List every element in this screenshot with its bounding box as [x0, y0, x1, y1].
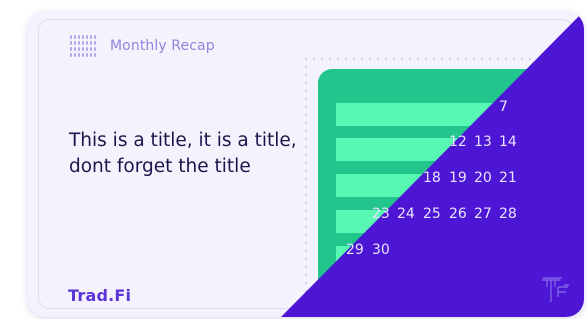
brand-name: Trad.F [68, 286, 126, 305]
calendar-day: 7 [499, 99, 508, 115]
calendar-day: 14 [499, 134, 517, 150]
card-header: Monthly Recap [70, 35, 215, 57]
card-title: This is a title, it is a title, dont for… [69, 130, 297, 177]
calendar-day: 25 [423, 206, 441, 222]
brand-logo: Trad.Fi [68, 286, 131, 305]
calendar-day: 19 [449, 170, 467, 186]
calendar-day: 13 [474, 134, 492, 150]
calendar-day: 29 [346, 242, 364, 258]
tf-logo-icon [542, 277, 569, 302]
monthly-recap-label: Monthly Recap [110, 38, 215, 54]
calendar-day: 21 [499, 170, 517, 186]
calendar-day: 30 [372, 242, 390, 258]
recap-card: Monthly Recap This is a title, it is a t… [28, 11, 584, 317]
calendar-day: 24 [397, 206, 415, 222]
calendar-day: 27 [474, 206, 492, 222]
calendar-grid-icon [70, 35, 96, 57]
calendar-day: 12 [449, 134, 467, 150]
calendar-day: 23 [372, 206, 390, 222]
calendar-day: 28 [499, 206, 517, 222]
calendar-day: 18 [423, 170, 441, 186]
calendar-day: 20 [474, 170, 492, 186]
brand-accent: i [125, 286, 132, 305]
calendar-day: 26 [449, 206, 467, 222]
